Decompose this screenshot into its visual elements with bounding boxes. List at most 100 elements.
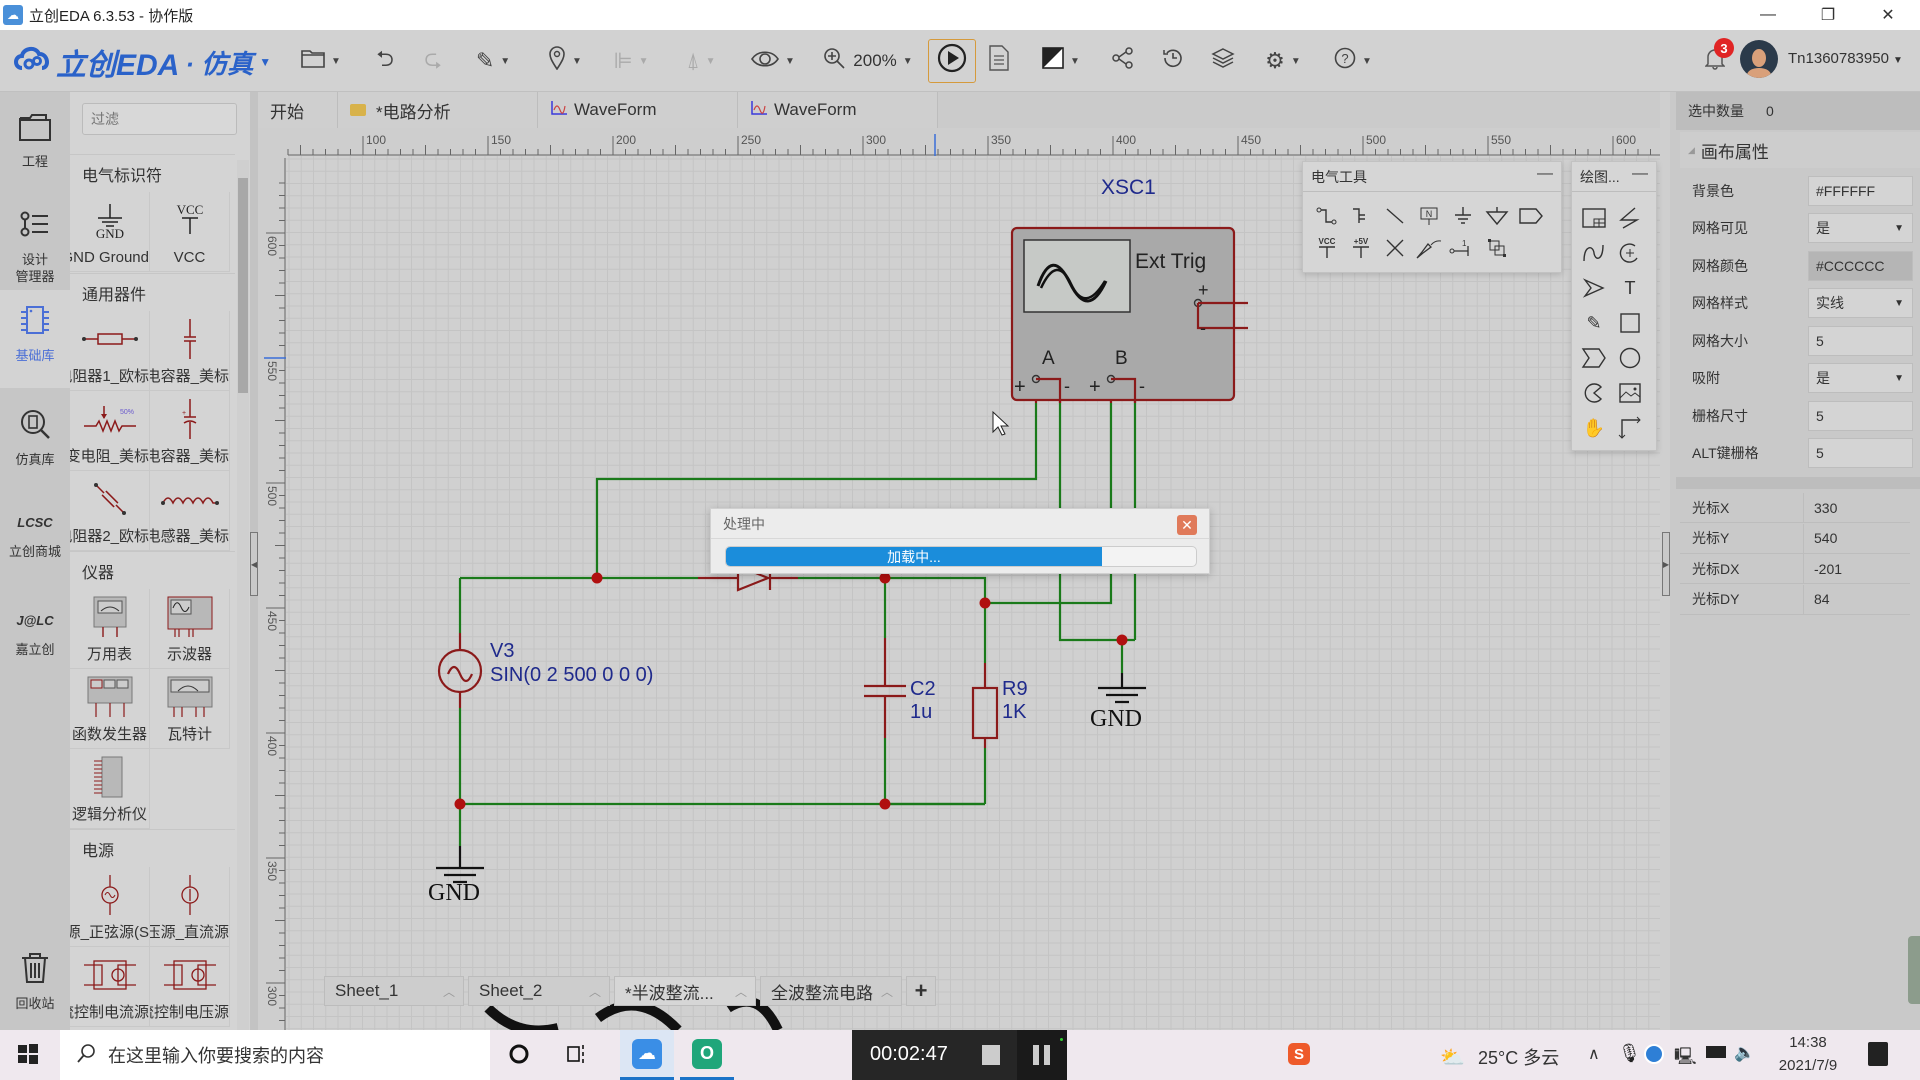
netlist-button[interactable]: [984, 44, 1014, 78]
edit-menu-button[interactable]: ✎ ▼: [468, 44, 518, 78]
polyline-tool-icon[interactable]: [1616, 204, 1644, 232]
net-port-tool-icon[interactable]: [1483, 202, 1511, 230]
oscilloscope-ref-label[interactable]: XSC1: [1101, 176, 1156, 200]
taskbar-app-recorder[interactable]: O: [680, 1030, 734, 1080]
zoom-menu-button[interactable]: 200% ▼: [818, 44, 918, 78]
property-input[interactable]: #CCCCCC: [1808, 250, 1913, 281]
source-ref-label[interactable]: V3: [490, 640, 514, 663]
taskbar-app-easyeda[interactable]: ☁: [620, 1030, 674, 1080]
ground-tool-icon[interactable]: [1449, 202, 1477, 230]
lib-item-oscilloscope[interactable]: 示波器: [150, 589, 230, 669]
hand-tool-icon[interactable]: ✋: [1580, 414, 1608, 442]
tab-waveform-1[interactable]: WaveForm: [538, 92, 738, 128]
property-select[interactable]: 是: [1808, 363, 1913, 393]
lib-item-electrolytic-capacitor[interactable]: + 电解电容器_美标: [150, 391, 230, 471]
group-tool-icon[interactable]: [1483, 234, 1511, 262]
taskbar-search-box[interactable]: 在这里输入你要搜索的内容: [60, 1030, 490, 1080]
line-tool-icon[interactable]: [1381, 202, 1409, 230]
source-value-label[interactable]: SIN(0 2 500 0 0 0): [490, 664, 653, 687]
property-input[interactable]: 5: [1808, 400, 1913, 431]
axis-tool-icon[interactable]: [1616, 414, 1644, 442]
vcc-tool-icon[interactable]: VCC: [1313, 234, 1341, 262]
rail-item-basic-library[interactable]: 基础库: [0, 290, 70, 388]
lib-item-inductor-us[interactable]: 电感器_美标: [150, 471, 230, 551]
file-menu-button[interactable]: ▼: [296, 44, 346, 78]
canvas-properties-section[interactable]: ◢ 画布属性: [1680, 132, 1920, 168]
bezier-tool-icon[interactable]: [1580, 239, 1608, 267]
lib-item-vcc[interactable]: VCC VCC: [150, 192, 230, 272]
category-instruments[interactable]: 仪器: [70, 551, 235, 589]
property-input[interactable]: 5: [1808, 438, 1913, 468]
dialog-close-button[interactable]: ✕: [1177, 515, 1197, 535]
view-menu-button[interactable]: ▼: [746, 44, 800, 78]
theme-menu-button[interactable]: ▼: [1036, 44, 1086, 78]
task-view-button[interactable]: [566, 1042, 588, 1069]
rail-item-project[interactable]: 工程: [0, 112, 70, 170]
rail-item-design-manager[interactable]: 设计 管理器: [0, 210, 70, 285]
property-input[interactable]: #FFFFFF: [1808, 175, 1913, 206]
lib-item-resistor-eu[interactable]: 电阻器1_欧标: [70, 311, 150, 391]
rail-item-sim-library[interactable]: 仿真库: [0, 408, 70, 468]
show-hidden-icons-button[interactable]: ∧: [1588, 1044, 1600, 1064]
collapse-left-panel-button[interactable]: ◀: [250, 532, 258, 596]
undo-button[interactable]: ⮌: [370, 44, 400, 78]
history-button[interactable]: [1158, 44, 1188, 78]
tab-circuit-analysis[interactable]: *电路分析: [338, 92, 538, 128]
lib-item-sine-source[interactable]: 电压源_正弦源(S: [70, 867, 150, 947]
run-simulation-button[interactable]: [928, 39, 976, 83]
image-tool-icon[interactable]: [1616, 379, 1644, 407]
sheet-tab-1[interactable]: Sheet_1 ︿: [324, 976, 464, 1006]
property-select[interactable]: 实线: [1808, 288, 1913, 318]
security-shield-icon[interactable]: [1644, 1044, 1664, 1064]
tab-waveform-2[interactable]: WaveForm: [738, 92, 938, 128]
windows-start-button[interactable]: [18, 1044, 38, 1067]
library-filter-input[interactable]: [82, 103, 237, 135]
action-center-icon[interactable]: [1868, 1042, 1888, 1066]
lib-item-capacitor-us[interactable]: 电容器_美标: [150, 311, 230, 391]
minimize-panel-button[interactable]: —: [1537, 165, 1553, 183]
lib-item-function-generator[interactable]: 函数发生器: [70, 669, 150, 749]
add-sheet-button[interactable]: +: [906, 976, 936, 1006]
sheet-tab-2[interactable]: Sheet_2 ︿: [468, 976, 610, 1006]
pie-tool-icon[interactable]: [1580, 379, 1608, 407]
volume-icon[interactable]: 🔈: [1734, 1043, 1755, 1063]
lib-item-gnd[interactable]: GND GND Ground: [70, 192, 150, 272]
battery-icon[interactable]: [1706, 1046, 1726, 1058]
weather-text[interactable]: 25°C 多云: [1478, 1044, 1559, 1070]
clock-date[interactable]: 2021/7/9: [1768, 1057, 1848, 1074]
stop-recording-button[interactable]: [982, 1045, 1000, 1065]
lib-item-dc-source[interactable]: 电压源_直流源(: [150, 867, 230, 947]
pause-recording-button[interactable]: [1033, 1045, 1039, 1065]
minimize-panel-button[interactable]: —: [1632, 165, 1648, 183]
restore-button[interactable]: ❐: [1800, 0, 1856, 30]
minimize-button[interactable]: —: [1740, 0, 1796, 30]
tab-start[interactable]: 开始: [258, 92, 338, 128]
microphone-icon[interactable]: 🎙: [1618, 1043, 1641, 1064]
notifications-button[interactable]: 3: [1700, 38, 1734, 78]
lib-item-resistor-eu-2[interactable]: 电阻器2_欧标: [70, 471, 150, 551]
sheet-tab-3[interactable]: *半波整流... ︿: [614, 976, 756, 1006]
lib-item-cccs[interactable]: 电流控制电流源: [70, 947, 150, 1027]
rail-item-trash[interactable]: 回收站: [0, 952, 70, 1012]
cortana-button[interactable]: [508, 1042, 530, 1072]
place-menu-button[interactable]: ▼: [540, 44, 590, 78]
layers-button[interactable]: [1208, 44, 1238, 78]
library-scrollbar-thumb[interactable]: [238, 178, 248, 393]
pencil-tool-icon[interactable]: ✎: [1580, 309, 1608, 337]
arc-tool-icon[interactable]: [1616, 239, 1644, 267]
network-icon[interactable]: 🖳: [1674, 1044, 1697, 1073]
plus5v-tool-icon[interactable]: +5V: [1347, 234, 1375, 262]
distribute-menu-button[interactable]: ⍋ ▼: [676, 44, 726, 78]
wire-tool-icon[interactable]: [1313, 202, 1341, 230]
bus-tool-icon[interactable]: [1347, 202, 1375, 230]
table-tool-icon[interactable]: [1580, 204, 1608, 232]
resistor-value-label[interactable]: 1K: [1002, 701, 1026, 724]
app-logo[interactable]: 立创EDA · 仿真 ▼: [12, 40, 271, 84]
no-connect-tool-icon[interactable]: [1381, 234, 1409, 262]
category-general-components[interactable]: 通用器件: [70, 273, 235, 311]
chevron-shape-tool-icon[interactable]: [1580, 344, 1608, 372]
avatar[interactable]: [1740, 40, 1778, 78]
category-electrical-symbols[interactable]: 电气标识符: [70, 154, 235, 192]
sheet-tab-4[interactable]: 全波整流电路 ︿: [760, 976, 902, 1006]
rail-item-lcsc[interactable]: LCSC 立创商城: [0, 506, 70, 560]
